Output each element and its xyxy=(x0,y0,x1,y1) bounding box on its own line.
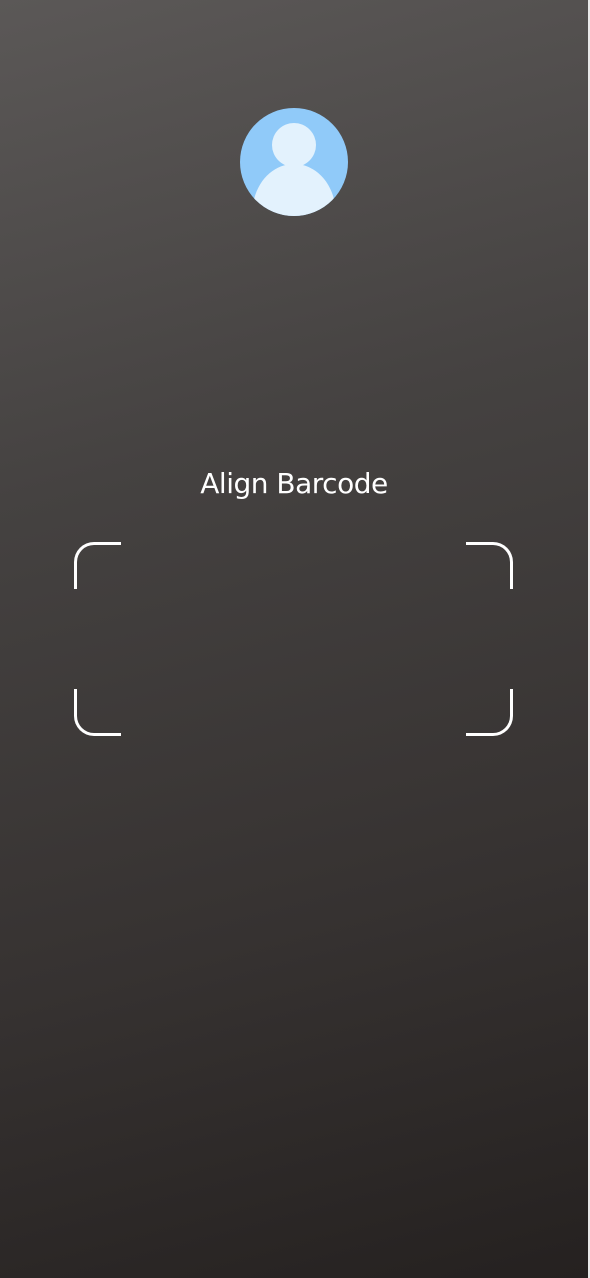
scan-frame-corner-bottom-right xyxy=(466,689,513,736)
user-avatar-icon[interactable] xyxy=(240,108,348,216)
scan-frame-corner-bottom-left xyxy=(74,689,121,736)
scan-frame-corner-top-left xyxy=(74,542,121,589)
barcode-scanner-screen: Align Barcode xyxy=(0,0,588,1278)
barcode-scan-frame xyxy=(74,542,513,736)
scan-frame-corner-top-right xyxy=(466,542,513,589)
person-icon xyxy=(252,123,336,216)
align-barcode-prompt: Align Barcode xyxy=(200,467,388,500)
